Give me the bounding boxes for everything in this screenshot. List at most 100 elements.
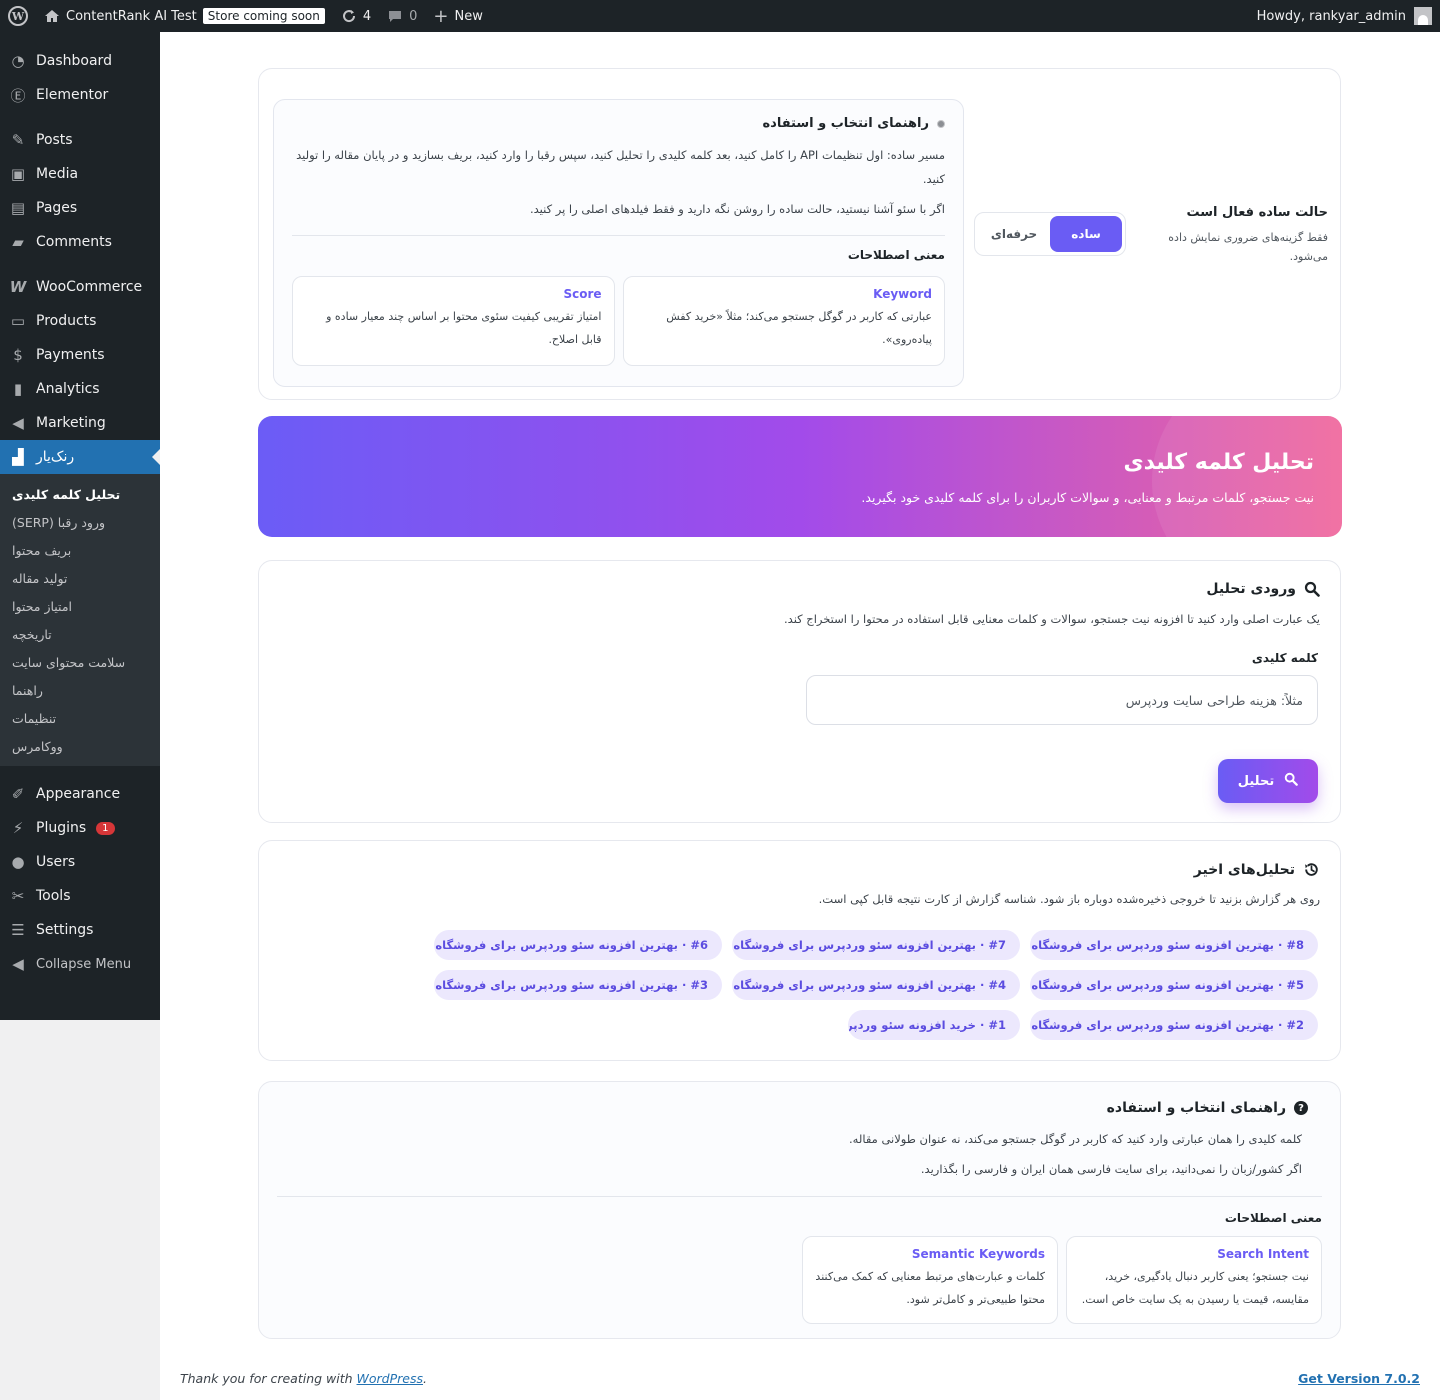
menu-item-plugins[interactable]: ⚡ Plugins 1: [0, 811, 160, 845]
recent-report-chip[interactable]: #5 · بهترین افزونه سئو وردپرس برای فروشگ…: [1030, 970, 1318, 1000]
footer-thanks-text: Thank you for creating with: [180, 1371, 357, 1386]
menu-item-payments[interactable]: $ Payments: [0, 338, 160, 372]
recent-report-chip[interactable]: #2 · بهترین افزونه سئو وردپرس برای فروشگ…: [1030, 1010, 1318, 1040]
my-account-menu[interactable]: Howdy, rankyar_admin: [1257, 7, 1440, 25]
term-card-search-intent: Search Intent نیت جستجو؛ یعنی کاربر دنبا…: [1066, 1236, 1322, 1324]
brush-icon: ✐: [11, 785, 25, 803]
menu-item-appearance[interactable]: ✐ Appearance: [0, 777, 160, 811]
payments-icon: $: [13, 346, 23, 364]
chart-bar-icon: ▮: [13, 380, 23, 398]
mode-toggle: ساده حرفه‌ای: [974, 212, 1126, 256]
wp-logo-menu[interactable]: W: [0, 0, 36, 32]
new-label: New: [454, 8, 483, 24]
help-paragraph-2: اگر کشور/زبان را نمی‌دانید، برای سایت فا…: [920, 1162, 1302, 1176]
recent-report-chip[interactable]: #6 · بهترین افزونه سئو وردپرس برای فروشگ…: [434, 930, 722, 960]
collapse-menu-button[interactable]: ◀ Collapse Menu: [0, 947, 160, 981]
menu-label: Pages: [36, 200, 78, 216]
recent-title-text: تحلیل‌های اخیر: [1193, 861, 1295, 878]
recent-section-subtitle: روی هر گزارش بزنید تا خروجی ذخیره‌شده دو…: [818, 892, 1320, 906]
rankyar-chart-icon: ▟: [12, 448, 24, 466]
dashboard-icon: ◔: [11, 52, 25, 70]
hero-title: تحلیل کلمه کلیدی: [1123, 450, 1314, 475]
recent-report-chip[interactable]: #8 · بهترین افزونه سئو وردپرس برای فروشگ…: [1030, 930, 1318, 960]
menu-item-posts[interactable]: ✎ Posts: [0, 123, 160, 157]
footer-period: .: [423, 1371, 427, 1386]
term-card-keyword: Keyword عبارتی که کاربر در گوگل جستجو می…: [622, 276, 945, 366]
wordpress-link[interactable]: WordPress: [357, 1371, 423, 1386]
plus-icon: +: [433, 5, 449, 27]
menu-item-pages[interactable]: ▤ Pages: [0, 191, 160, 225]
keyword-input[interactable]: [806, 675, 1318, 725]
menu-label: Products: [36, 313, 97, 329]
megaphone-icon: ◀: [12, 414, 24, 432]
submenu-content-score[interactable]: امتیاز محتوا: [0, 592, 160, 620]
input-section-subtitle: یک عبارت اصلی وارد کنید تا افزونه نیت جس…: [784, 612, 1320, 626]
updates-menu[interactable]: 4: [333, 0, 379, 32]
admin-bar: W ContentRank AI Test Store coming soon …: [0, 0, 1440, 32]
submenu-site-health[interactable]: سلامت محتوای سایت: [0, 648, 160, 676]
menu-label: Media: [36, 166, 79, 182]
recent-report-chip[interactable]: #3 · بهترین افزونه سئو وردپرس برای فروشگ…: [434, 970, 722, 1000]
help-section-title: ? راهنمای انتخاب و استفاده: [1107, 1100, 1308, 1116]
menu-item-woocommerce[interactable]: W WooCommerce: [0, 270, 160, 304]
menu-label: Settings: [36, 922, 94, 938]
menu-item-products[interactable]: ▭ Products: [0, 304, 160, 338]
search-icon: [1304, 581, 1320, 597]
submenu-article-generation[interactable]: تولید مقاله: [0, 564, 160, 592]
home-icon: [45, 10, 59, 22]
recent-report-chip[interactable]: #1 · خرید افزونه سئو وردپرس: [848, 1010, 1020, 1040]
mode-simple-button[interactable]: ساده: [1050, 216, 1122, 252]
menu-item-media[interactable]: ▣ Media: [0, 157, 160, 191]
menu-item-dashboard[interactable]: ◔ Dashboard: [0, 44, 160, 78]
store-coming-soon-badge[interactable]: Store coming soon: [202, 8, 325, 24]
terms-list: Keyword عبارتی که کاربر در گوگل جستجو می…: [292, 276, 945, 366]
submenu-woocommerce[interactable]: ووکامرس: [0, 732, 160, 760]
menu-item-settings[interactable]: ☰ Settings: [0, 913, 160, 947]
submenu-history[interactable]: تاریخچه: [0, 620, 160, 648]
term-card-semantic-keywords: Semantic Keywords کلمات و عبارت‌های مرتب…: [802, 1236, 1058, 1324]
info-dot-icon: [937, 119, 945, 128]
guide-paragraph-1: مسیر ساده: اول تنظیمات API را کامل کنید،…: [296, 148, 945, 186]
submenu-content-brief[interactable]: بریف محتوا: [0, 536, 160, 564]
help-paragraph-1: کلمه کلیدی را همان عبارتی وارد کنید که ک…: [849, 1132, 1302, 1146]
elementor-icon: Ⓔ: [10, 86, 26, 105]
get-version-link[interactable]: Get Version 7.0.2: [1298, 1371, 1420, 1386]
plugins-update-badge: 1: [96, 821, 115, 835]
menu-item-marketing[interactable]: ◀ Marketing: [0, 406, 160, 440]
site-name: ContentRank AI Test: [66, 8, 197, 24]
site-name-menu[interactable]: ContentRank AI Test Store coming soon: [36, 0, 333, 32]
help-terms-title: معنی اصطلاحات: [1224, 1211, 1322, 1225]
menu-item-tools[interactable]: ✂ Tools: [0, 879, 160, 913]
analyze-button[interactable]: تحلیل: [1218, 759, 1318, 803]
guide-divider: [292, 235, 945, 236]
howdy-text: Howdy, rankyar_admin: [1256, 8, 1406, 24]
rankyar-submenu: تحلیل کلمه کلیدی ورود رقبا (SERP) بریف م…: [0, 474, 160, 766]
terms-title: معنی اصطلاحات: [847, 248, 945, 262]
menu-item-elementor[interactable]: Ⓔ Elementor: [0, 78, 160, 112]
menu-item-comments[interactable]: ▰ Comments: [0, 225, 160, 259]
guide-title-row: راهنمای انتخاب و استفاده: [292, 116, 945, 131]
submenu-guide[interactable]: راهنما: [0, 676, 160, 704]
comments-count: 0: [409, 8, 418, 24]
analyze-button-label: تحلیل: [1237, 773, 1275, 789]
menu-label: Elementor: [36, 87, 109, 103]
submenu-keyword-analysis[interactable]: تحلیل کلمه کلیدی: [0, 480, 160, 508]
recent-report-chip[interactable]: #4 · بهترین افزونه سئو وردپرس برای فروشگ…: [732, 970, 1020, 1000]
wordpress-logo-icon: W: [8, 6, 28, 26]
comment-bubble-icon: [389, 11, 402, 22]
comments-menu[interactable]: 0: [379, 0, 425, 32]
history-icon: [1305, 863, 1318, 876]
mode-pro-button[interactable]: حرفه‌ای: [978, 216, 1050, 252]
menu-label: رنک‌یار: [36, 449, 75, 465]
wrench-icon: ✂: [11, 887, 25, 905]
recent-analyses-card: تحلیل‌های اخیر روی هر گزارش بزنید تا خرو…: [258, 840, 1341, 1061]
submenu-settings[interactable]: تنظیمات: [0, 704, 160, 732]
new-content-menu[interactable]: + New: [425, 0, 490, 32]
menu-item-analytics[interactable]: ▮ Analytics: [0, 372, 160, 406]
menu-item-rankyar[interactable]: ▟ رنک‌یار: [0, 440, 160, 474]
submenu-competitors[interactable]: ورود رقبا (SERP): [0, 508, 160, 536]
recent-report-chip[interactable]: #7 · بهترین افزونه سئو وردپرس برای فروشگ…: [732, 930, 1020, 960]
menu-item-users[interactable]: ● Users: [0, 845, 160, 879]
menu-label: Appearance: [36, 786, 121, 802]
comment-icon: ▰: [12, 233, 24, 251]
